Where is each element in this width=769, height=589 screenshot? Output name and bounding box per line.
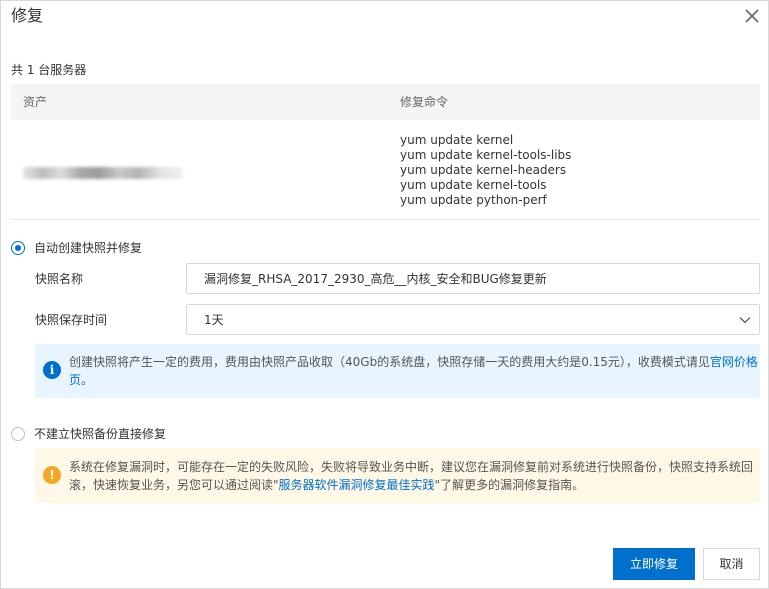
snapshot-cost-message: 创建快照将产生一定的费用，费用由快照产品收取（40Gb的系统盘，快照存储一天的费…	[69, 355, 710, 369]
asset-name-redacted	[23, 167, 183, 179]
snapshot-retention-value: 1天	[204, 313, 224, 327]
chevron-down-icon	[739, 317, 751, 324]
close-icon[interactable]	[743, 7, 761, 25]
warning-suffix: "了解更多的漏洞修复指南。	[434, 478, 585, 492]
snapshot-cost-notice: 创建快照将产生一定的费用，费用由快照产品收取（40Gb的系统盘，快照存储一天的费…	[35, 344, 760, 398]
repair-now-button[interactable]: 立即修复	[613, 548, 695, 580]
server-count: 共 1 台服务器	[11, 63, 87, 77]
table-header: 资产 修复命令	[11, 84, 760, 120]
cancel-button[interactable]: 取消	[703, 548, 760, 580]
snapshot-name-label: 快照名称	[35, 272, 84, 286]
column-header-command: 修复命令	[400, 95, 449, 109]
snapshot-retention-select[interactable]: 1天	[186, 304, 760, 335]
radio-snapshot-repair-label[interactable]: 自动创建快照并修复	[34, 240, 142, 256]
radio-direct-repair-label[interactable]: 不建立快照备份直接修复	[34, 426, 166, 442]
snapshot-name-value: 漏洞修复_RHSA_2017_2930_高危__内核_安全和BUG修复更新	[204, 272, 547, 286]
snapshot-cost-text: 创建快照将产生一定的费用，费用由快照产品收取（40Gb的系统盘，快照存储一天的费…	[69, 353, 759, 389]
direct-repair-warning: 系统在修复漏洞时，可能存在一定的失败风险，失败将导致业务中断，建议您在漏洞修复前…	[35, 448, 760, 503]
repair-command: yum update kernel	[400, 133, 514, 147]
repair-command: yum update kernel-headers	[400, 163, 567, 177]
warning-icon	[43, 466, 61, 484]
table-row: yum update kernel yum update kernel-tool…	[11, 120, 760, 220]
radio-snapshot-repair[interactable]	[11, 241, 25, 255]
dialog-title: 修复	[11, 6, 44, 25]
snapshot-cost-suffix: 。	[81, 373, 94, 387]
repair-command-list: yum update kernel yum update kernel-tool…	[400, 133, 571, 208]
info-icon	[43, 361, 61, 379]
snapshot-name-input[interactable]: 漏洞修复_RHSA_2017_2930_高危__内核_安全和BUG修复更新	[186, 263, 760, 294]
repair-command: yum update kernel-tools	[400, 178, 547, 192]
repair-command: yum update kernel-tools-libs	[400, 148, 572, 162]
repair-dialog: 修复 共 1 台服务器 资产 修复命令 yum update kernel yu…	[0, 0, 769, 589]
snapshot-retention-label: 快照保存时间	[35, 313, 108, 327]
radio-direct-repair[interactable]	[11, 427, 25, 441]
best-practice-link[interactable]: 服务器软件漏洞修复最佳实践	[279, 478, 435, 492]
repair-command: yum update python-perf	[400, 193, 547, 207]
column-header-asset: 资产	[23, 95, 48, 109]
direct-repair-warning-text: 系统在修复漏洞时，可能存在一定的失败风险，失败将导致业务中断，建议您在漏洞修复前…	[69, 458, 759, 494]
